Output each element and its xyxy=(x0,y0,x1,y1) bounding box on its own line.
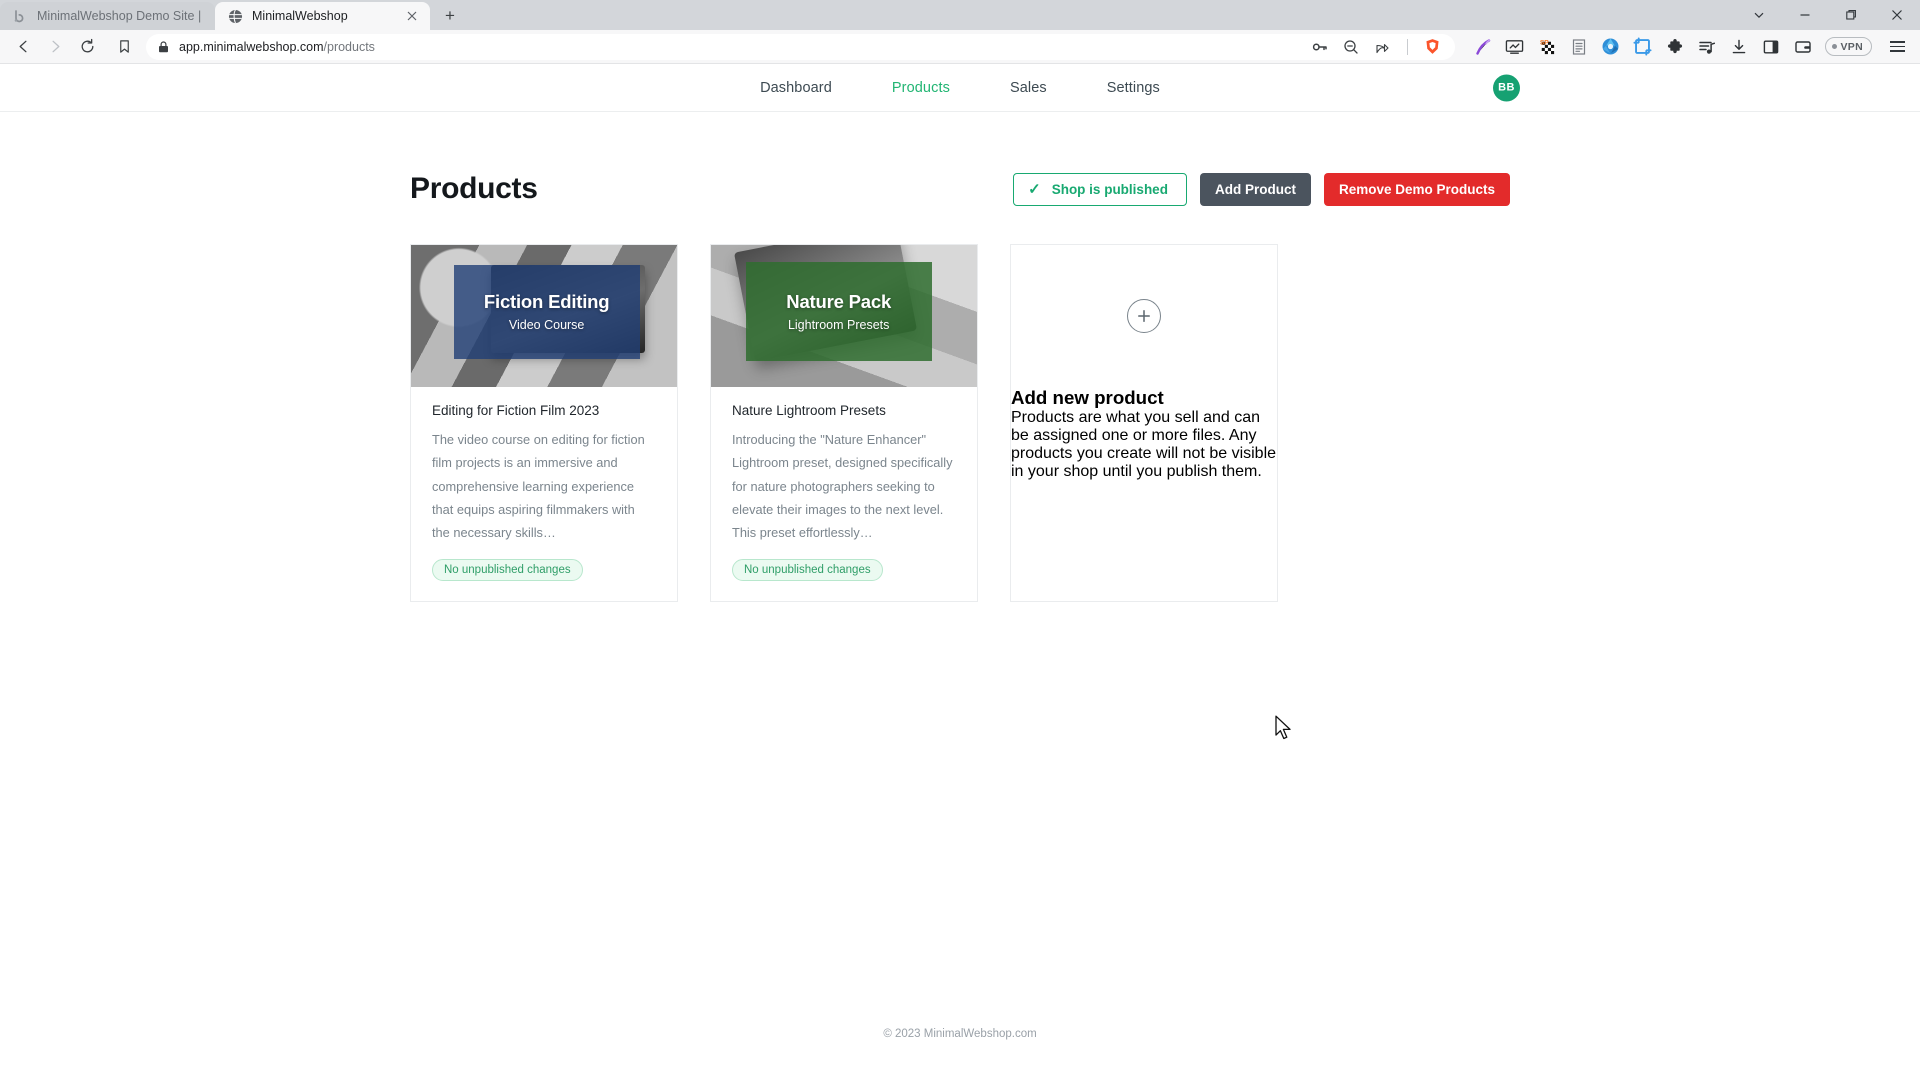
check-icon: ✓ xyxy=(1028,180,1041,198)
lock-icon xyxy=(156,40,170,53)
playlist-icon[interactable] xyxy=(1697,37,1717,57)
product-body: Nature Lightroom Presets Introducing the… xyxy=(711,387,977,601)
thumbnail-subtitle: Lightroom Presets xyxy=(787,317,890,332)
thumbnail-overlay: Nature Pack Lightroom Presets xyxy=(745,262,932,362)
chevron-down-icon[interactable] xyxy=(1736,0,1782,30)
share-icon[interactable] xyxy=(1374,38,1391,55)
product-title: Nature Lightroom Presets xyxy=(732,403,886,418)
crop-icon[interactable] xyxy=(1633,37,1653,57)
purple-quill-icon[interactable] xyxy=(1473,37,1493,57)
camera-aperture-icon[interactable] xyxy=(1601,37,1621,57)
globe-icon xyxy=(227,8,243,24)
status-badge: No unpublished changes xyxy=(732,559,883,582)
tab-title: MinimalWebshop Demo Site | Bubble xyxy=(37,9,205,23)
screen-capture-icon[interactable] xyxy=(1505,37,1525,57)
add-card-body: Add new product Products are what you se… xyxy=(1011,387,1277,481)
add-card-top xyxy=(1011,245,1277,387)
app-nav: Dashboard Products Sales Settings xyxy=(730,80,1190,96)
tab-title: MinimalWebshop xyxy=(252,9,348,23)
url-path: /products xyxy=(323,39,375,54)
page-title-row: Products ✓ Shop is published Add Product… xyxy=(410,172,1510,206)
minimize-icon[interactable] xyxy=(1782,0,1828,30)
page-title: Products xyxy=(410,172,538,205)
url-host: app.minimalwebshop.com xyxy=(179,39,324,54)
avatar[interactable]: BB xyxy=(1493,74,1520,101)
download-icon[interactable] xyxy=(1729,37,1749,57)
omnibox-actions xyxy=(1312,38,1445,55)
sidebar-panel-icon[interactable] xyxy=(1761,37,1781,57)
address-bar[interactable]: app.minimalwebshop.com/products xyxy=(146,33,1455,60)
bubble-logo-icon xyxy=(12,8,28,24)
vpn-toggle[interactable]: VPN xyxy=(1824,37,1872,56)
product-description: Introducing the "Nature Enhancer" Lightr… xyxy=(732,432,953,541)
maximize-icon[interactable] xyxy=(1828,0,1874,30)
window-controls xyxy=(1736,0,1920,30)
extensions-tray: SP VPN xyxy=(1463,37,1913,57)
browser-toolbar: app.minimalwebshop.com/products SP VPN xyxy=(0,30,1920,64)
add-product-button[interactable]: Add Product xyxy=(1199,172,1311,206)
brave-shields-icon[interactable] xyxy=(1424,38,1441,55)
reader-list-icon[interactable] xyxy=(1569,37,1589,57)
forward-arrow-icon xyxy=(40,33,70,61)
status-badge: No unpublished changes xyxy=(432,559,583,582)
wallet-icon[interactable] xyxy=(1793,37,1813,57)
vpn-status-dot xyxy=(1831,44,1837,49)
bookmark-icon[interactable] xyxy=(110,33,138,61)
zoom-out-icon[interactable] xyxy=(1343,38,1360,55)
puzzle-piece-icon[interactable] xyxy=(1665,37,1685,57)
products-grid: Fiction Editing Video Course Editing for… xyxy=(410,244,1510,603)
add-card-title: Add new product xyxy=(1011,387,1164,408)
close-icon[interactable] xyxy=(404,8,420,24)
product-card[interactable]: Fiction Editing Video Course Editing for… xyxy=(410,244,678,603)
shop-published-button[interactable]: ✓ Shop is published xyxy=(1013,172,1187,206)
nav-item-dashboard[interactable]: Dashboard xyxy=(730,80,862,96)
tab-strip: MinimalWebshop Demo Site | Bubble Minima… xyxy=(0,0,1920,30)
nav-item-settings[interactable]: Settings xyxy=(1077,80,1190,96)
plus-circle-icon[interactable] xyxy=(1127,299,1161,333)
page-viewport: Dashboard Products Sales Settings BB Pro… xyxy=(0,64,1920,1080)
back-arrow-icon[interactable] xyxy=(8,33,38,61)
product-body: Editing for Fiction Film 2023 The video … xyxy=(411,387,677,601)
shop-published-label: Shop is published xyxy=(1051,181,1168,197)
browser-tab-active[interactable]: MinimalWebshop xyxy=(215,2,430,30)
product-description: The video course on editing for fiction … xyxy=(432,432,645,541)
nav-item-products[interactable]: Products xyxy=(862,80,980,96)
reload-icon[interactable] xyxy=(72,33,102,61)
remove-demo-products-button[interactable]: Remove Demo Products xyxy=(1323,172,1510,206)
product-card[interactable]: Nature Pack Lightroom Presets Nature Lig… xyxy=(710,244,978,603)
page-actions: ✓ Shop is published Add Product Remove D… xyxy=(1013,172,1510,206)
svg-text:SP: SP xyxy=(1540,40,1549,47)
thumbnail-overlay: Fiction Editing Video Course xyxy=(453,264,640,359)
page-content: Products ✓ Shop is published Add Product… xyxy=(0,112,1920,1040)
vpn-label: VPN xyxy=(1840,40,1863,53)
browser-window: MinimalWebshop Demo Site | Bubble Minima… xyxy=(0,0,1920,1080)
product-thumbnail: Fiction Editing Video Course xyxy=(411,245,677,387)
close-icon[interactable] xyxy=(1874,0,1920,30)
thumbnail-title: Nature Pack xyxy=(786,290,892,312)
divider xyxy=(1406,38,1408,55)
app-header: Dashboard Products Sales Settings BB xyxy=(0,64,1920,112)
password-key-icon[interactable] xyxy=(1312,38,1329,55)
browser-tab-inactive[interactable]: MinimalWebshop Demo Site | Bubble xyxy=(0,2,215,30)
add-card-description: Products are what you sell and can be as… xyxy=(1011,409,1277,480)
url-text: app.minimalwebshop.com/products xyxy=(179,40,1303,54)
footer-copyright: © 2023 MinimalWebshop.com xyxy=(883,1028,1037,1040)
new-tab-button[interactable]: + xyxy=(436,1,464,29)
nav-item-sales[interactable]: Sales xyxy=(980,80,1077,96)
add-new-product-card[interactable]: Add new product Products are what you se… xyxy=(1010,244,1278,603)
hamburger-menu-icon[interactable] xyxy=(1886,40,1908,53)
thumbnail-title: Fiction Editing xyxy=(483,290,610,312)
mouse-cursor xyxy=(1274,715,1294,743)
thumbnail-subtitle: Video Course xyxy=(508,317,585,332)
checkered-sp-icon[interactable]: SP xyxy=(1537,37,1557,57)
content-container: Products ✓ Shop is published Add Product… xyxy=(410,172,1510,603)
product-title: Editing for Fiction Film 2023 xyxy=(432,403,600,418)
product-thumbnail: Nature Pack Lightroom Presets xyxy=(711,245,977,387)
